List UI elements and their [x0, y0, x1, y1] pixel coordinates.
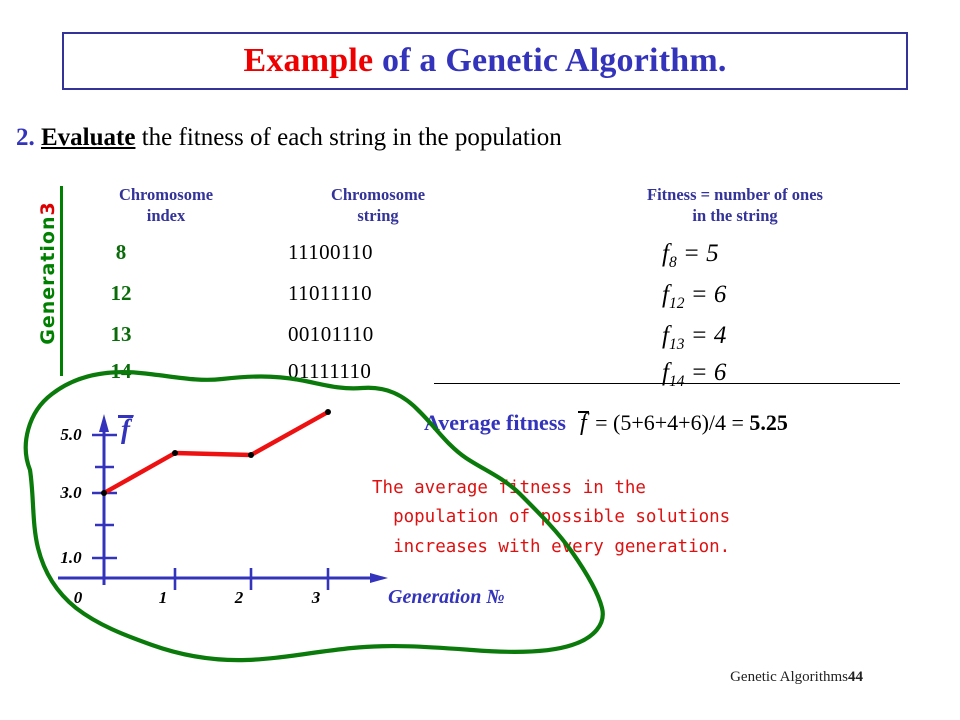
fitness-subscript: 8 — [668, 254, 677, 271]
generation-marker-word: Generation — [37, 215, 59, 345]
slide-canvas: Example of a Genetic Algorithm. 2. Evalu… — [0, 0, 960, 720]
x-tick-label-2: 2 — [234, 588, 244, 607]
y-tick-label-5: 5.0 — [60, 425, 82, 444]
step-number: 2. — [16, 124, 35, 151]
y-axis-label: f̄ — [118, 414, 133, 445]
x-axis-arrow — [370, 573, 388, 583]
data-point — [172, 450, 178, 456]
fitness-chart — [0, 350, 640, 670]
average-fitness-result: 5.25 — [749, 410, 788, 435]
fitness-number: 4 — [713, 322, 727, 349]
step-line: 2. Evaluate the fitness of each string i… — [16, 124, 562, 152]
fitness-symbol: f — [662, 322, 669, 349]
column-header-chromosome-index: Chromosome index — [86, 184, 246, 226]
y-tick-label-1: 1.0 — [60, 548, 82, 567]
green-highlight-annotation — [23, 370, 605, 663]
title-part-blue: of a Genetic Algorithm. — [373, 42, 727, 79]
fitness-number: 5 — [706, 240, 719, 267]
column-header-chromosome-string: Chromosome string — [298, 184, 458, 226]
step-rest: the fitness of each string in the popula… — [135, 124, 562, 151]
column-header-line-1: Chromosome — [118, 185, 214, 204]
y-tick-label-3: 3.0 — [60, 483, 82, 502]
fitness-number: 6 — [713, 281, 727, 308]
column-header-fitness: Fitness = number of ones in the string — [590, 184, 880, 226]
fitness-subscript: 13 — [668, 336, 685, 353]
chromosome-index: 13 — [110, 322, 132, 346]
chromosome-string: 11100110 — [288, 240, 373, 264]
fitness-symbol: f — [662, 359, 669, 386]
fitness-value: f8 = 5 — [662, 240, 719, 271]
column-header-line-2: in the string — [692, 206, 778, 226]
y-axis-arrow — [99, 414, 109, 432]
x-tick-label-1: 1 — [158, 588, 168, 607]
fitness-value: f12 = 6 — [662, 281, 727, 312]
y-axis-label-symbol: f̄ — [118, 414, 133, 445]
x-tick-label-0: 0 — [73, 588, 83, 607]
footer-page-number: 44 — [848, 669, 863, 685]
column-header-line-2: index — [146, 206, 186, 226]
step-keyword: Evaluate — [41, 124, 136, 151]
data-point — [101, 490, 107, 496]
chromosome-index: 8 — [115, 240, 127, 264]
chromosome-string: 11011110 — [288, 281, 373, 305]
chromosome-index: 12 — [110, 281, 132, 305]
x-tick-label-3: 3 — [311, 588, 321, 607]
generation-marker-rule — [60, 186, 63, 376]
fitness-symbol: f — [662, 281, 669, 308]
fitness-value: f13 = 4 — [662, 322, 727, 353]
fitness-subscript: 12 — [668, 295, 685, 312]
slide-title-box: Example of a Genetic Algorithm. — [62, 32, 908, 90]
data-point — [248, 452, 254, 458]
x-axis-label: Generation № — [388, 586, 505, 608]
title-part-red: Example — [243, 42, 374, 79]
fitness-symbol: f — [662, 240, 669, 267]
generation-marker: Generation3 — [37, 198, 59, 348]
column-header-line-2: string — [357, 206, 399, 226]
generation-marker-number: 3 — [37, 201, 59, 216]
chromosome-string: 00101110 — [288, 322, 374, 346]
column-header-line-1: Chromosome — [330, 185, 426, 204]
fitness-number: 6 — [713, 359, 727, 386]
data-point — [325, 409, 331, 415]
column-header-line-1: Fitness = number of ones — [647, 185, 823, 204]
footer-title: Genetic Algorithms — [730, 669, 848, 685]
fitness-series-line — [101, 409, 331, 496]
fitness-value: f14 = 6 — [662, 359, 727, 390]
fitness-subscript: 14 — [668, 373, 685, 390]
page-title: Example of a Genetic Algorithm. — [243, 42, 726, 80]
